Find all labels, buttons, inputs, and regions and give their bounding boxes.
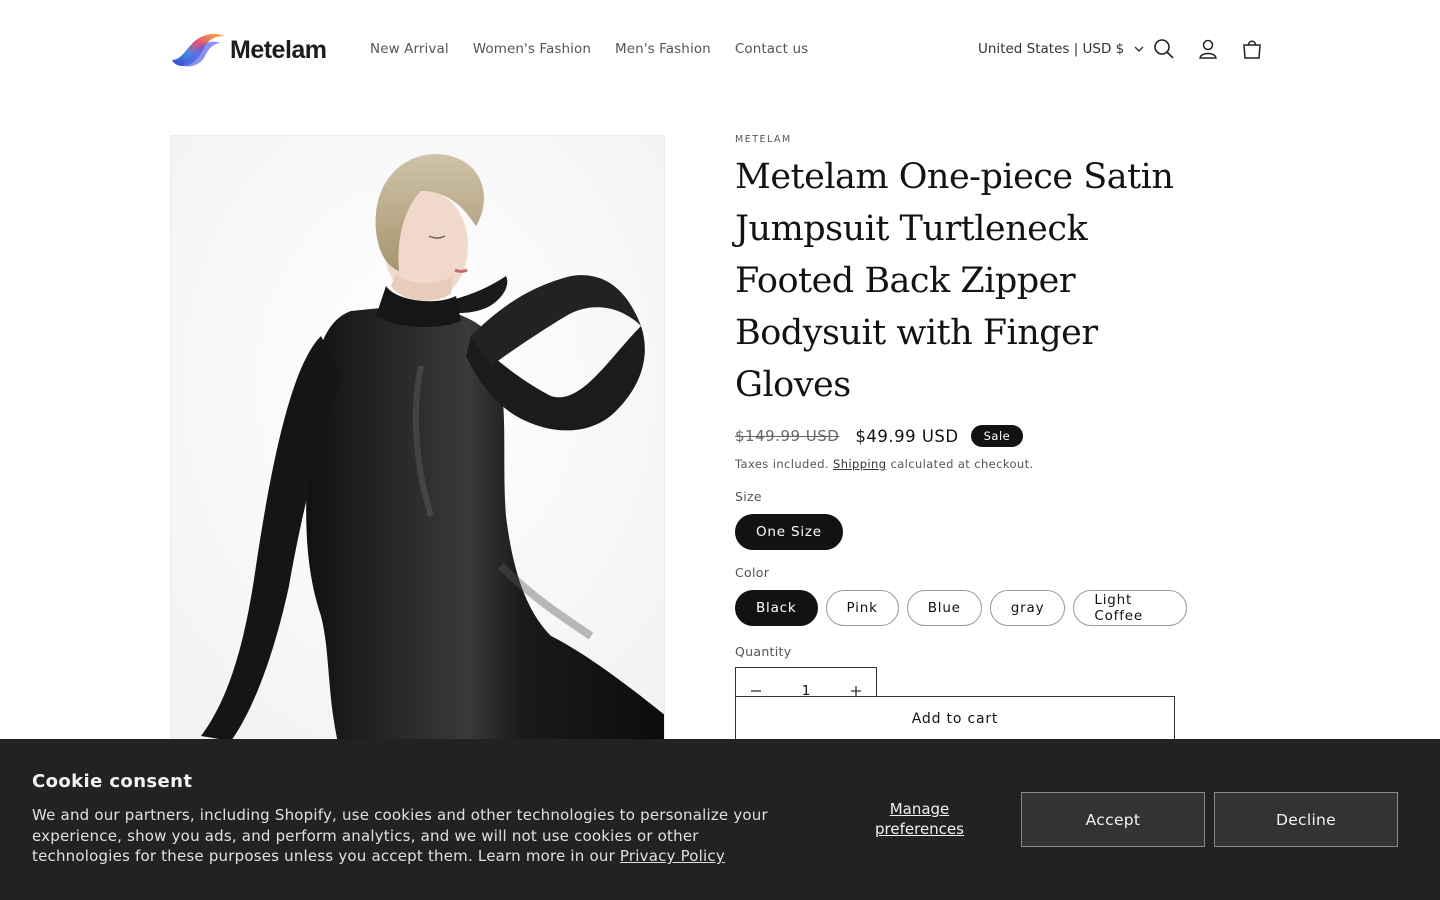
price-sale: $49.99 USD xyxy=(855,426,959,446)
size-option: Size One Size xyxy=(735,489,1195,550)
currency-selector[interactable]: United States | USD $ xyxy=(978,38,1144,60)
manage-preferences-link[interactable]: Manage preferences xyxy=(862,799,977,839)
nav-mens-fashion[interactable]: Men's Fashion xyxy=(603,38,723,60)
main-nav: New Arrival Women's Fashion Men's Fashio… xyxy=(358,38,820,60)
size-pills: One Size xyxy=(735,514,1195,550)
size-label: Size xyxy=(735,489,762,504)
cookie-banner: Cookie consent We and our partners, incl… xyxy=(0,739,1440,900)
price-regular: $149.99 USD xyxy=(735,427,840,445)
cookie-title: Cookie consent xyxy=(32,771,193,792)
privacy-policy-link[interactable]: Privacy Policy xyxy=(620,847,725,865)
product-info: METELAM Metelam One-piece Satin Jumpsuit… xyxy=(735,134,1195,714)
tax-prefix: Taxes included. xyxy=(735,457,829,471)
cookie-text: We and our partners, including Shopify, … xyxy=(32,805,772,867)
color-pills: Black Pink Blue gray Light Coffee xyxy=(735,590,1195,626)
search-icon[interactable] xyxy=(1151,36,1177,62)
quantity-label: Quantity xyxy=(735,644,792,659)
shipping-link[interactable]: Shipping xyxy=(833,457,886,471)
add-to-cart-button[interactable]: Add to cart xyxy=(735,696,1175,742)
color-option: Color Black Pink Blue gray Light Coffee xyxy=(735,565,1195,626)
minus-icon[interactable] xyxy=(750,685,762,697)
nav-contact-us[interactable]: Contact us xyxy=(723,38,820,60)
chevron-down-icon xyxy=(1134,46,1144,52)
logo[interactable]: Metelam xyxy=(170,30,327,70)
logo-text: Metelam xyxy=(230,35,327,64)
color-pill-pink[interactable]: Pink xyxy=(825,590,899,626)
site-header: Metelam New Arrival Women's Fashion Men'… xyxy=(0,0,1440,100)
currency-label: United States | USD $ xyxy=(978,41,1125,57)
plus-icon[interactable] xyxy=(850,685,862,697)
cart-icon[interactable] xyxy=(1239,36,1265,62)
color-pill-gray[interactable]: gray xyxy=(989,590,1066,626)
color-pill-light-coffee[interactable]: Light Coffee xyxy=(1073,590,1187,626)
price-row: $149.99 USD $49.99 USD Sale xyxy=(735,425,1195,447)
product-title: Metelam One-piece Satin Jumpsuit Turtlen… xyxy=(735,157,1174,405)
product-vendor: METELAM xyxy=(735,134,792,145)
size-pill-one-size[interactable]: One Size xyxy=(735,514,843,550)
product-image[interactable] xyxy=(170,135,665,755)
color-pill-black[interactable]: Black xyxy=(735,590,818,626)
color-pill-blue[interactable]: Blue xyxy=(906,590,982,626)
sale-badge: Sale xyxy=(970,425,1024,447)
tax-note: Taxes included. Shipping calculated at c… xyxy=(735,457,1195,471)
decline-button[interactable]: Decline xyxy=(1214,792,1398,847)
nav-new-arrival[interactable]: New Arrival xyxy=(358,38,461,60)
tax-suffix: calculated at checkout. xyxy=(890,457,1034,471)
account-icon[interactable] xyxy=(1195,36,1221,62)
product-photo-illustration xyxy=(171,136,664,754)
color-label: Color xyxy=(735,565,770,580)
nav-womens-fashion[interactable]: Women's Fashion xyxy=(461,38,603,60)
logo-wave-icon xyxy=(172,33,224,67)
accept-button[interactable]: Accept xyxy=(1021,792,1205,847)
